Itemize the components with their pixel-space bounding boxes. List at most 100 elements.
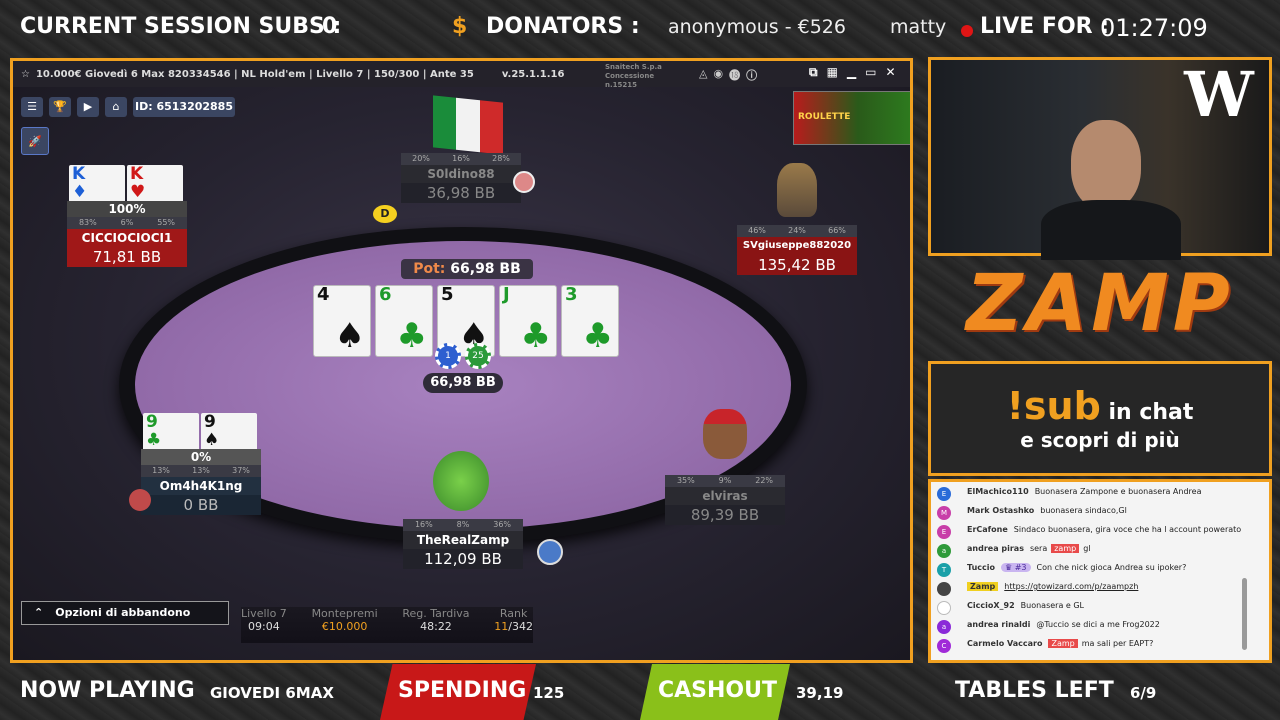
trophy-icon[interactable]: 🏆 <box>49 97 71 117</box>
player-seat[interactable]: 100% 83% 6% 55% CICCIOCIOCI1 71,81 BB <box>67 201 187 267</box>
player-stats: 20% 16% 28% <box>401 153 521 165</box>
player-seat[interactable]: 46% 24% 66% SVgiuseppe882020 135,42 BB <box>737 225 857 275</box>
window-controls: ⧉ ▦ ▁ ▭ ✕ <box>809 65 896 80</box>
donators-label: DONATORS : <box>486 14 640 39</box>
chat-username[interactable]: andrea piras <box>967 544 1024 553</box>
spending-value: 125 <box>533 684 565 702</box>
dealer-button: D <box>373 205 397 223</box>
chat-username[interactable]: ErCafone <box>967 525 1008 534</box>
client-version: v.25.1.1.16 <box>501 68 565 80</box>
maximize-icon[interactable]: ▭ <box>865 65 876 80</box>
chat-link[interactable]: https://gtowizard.com/p/zaampzh <box>1004 582 1138 591</box>
chat-username[interactable]: andrea rinaldi <box>967 620 1030 629</box>
info-icon[interactable]: ⓘ <box>746 67 757 83</box>
chat-messages: E ElMachico110 Buonasera Zampone e buonase… <box>931 482 1269 658</box>
poker-client-window: ☆ 10.000€ Giovedì 6 Max 820334546 | NL H… <box>10 58 913 663</box>
sub-command: !sub <box>1006 384 1101 428</box>
chat-username[interactable]: ElMachico110 <box>967 487 1029 496</box>
chat-message: C Carmelo Vaccaro Zamp ma sali per EAPT? <box>937 639 1269 655</box>
player-name: TheRealZamp <box>403 531 523 549</box>
chat-message: M Mark Ostashko buonasera sindaco,Gl <box>937 506 1269 522</box>
player-seat[interactable]: 16% 8% 36% TheRealZamp 112,09 BB <box>403 519 523 569</box>
equity-display: 100% <box>67 201 187 217</box>
card-suit-icon: ♠ <box>204 430 220 450</box>
card-rank: 5 <box>441 284 454 305</box>
player-stats: 13% 13% 37% <box>141 465 261 477</box>
chat-username[interactable]: Carmelo Vaccaro <box>967 639 1042 648</box>
live-timer: 01:27:09 <box>1100 14 1208 42</box>
menu-icon[interactable]: ☰ <box>21 97 43 117</box>
streamer-body <box>1041 200 1181 260</box>
compliance-icons: ◬ ◉ ⓲ ⓘ <box>699 67 757 83</box>
italy-flag-icon <box>433 95 503 155</box>
equity-display: 0% <box>141 449 261 465</box>
avatar <box>433 451 489 511</box>
chevron-up-icon: ⌃ <box>34 606 44 619</box>
board-card: 4 ♠ <box>313 285 371 357</box>
stat-value: 20% <box>412 154 430 163</box>
subs-value: 0 <box>322 14 338 39</box>
star-icon[interactable]: ☆ <box>21 69 30 80</box>
chat-message: Zamp https://gtowizard.com/p/zaampzh <box>937 582 1269 598</box>
player-name: CICCIOCIOCI1 <box>67 229 187 247</box>
community-cards: 4 ♠ 6 ♣ 5 ♠ J ♣ 3 ♣ <box>313 285 619 357</box>
seal-icon: ◉ <box>713 67 724 80</box>
minimize-icon[interactable]: ▁ <box>847 65 856 80</box>
stat-value: 35% <box>676 476 695 485</box>
chat-username[interactable]: Tuccio <box>967 563 995 572</box>
chip-icon: 25 <box>465 343 491 369</box>
client-title: 10.000€ Giovedì 6 Max 820334546 | NL Hol… <box>35 68 474 80</box>
player-seat[interactable]: 0% 13% 13% 37% Om4h4K1ng 0 BB <box>141 449 261 515</box>
rank-info: Rank 11/342 <box>494 607 533 643</box>
tile-icon[interactable]: ⧉ <box>809 65 818 80</box>
aams-icon: ◬ <box>699 67 708 80</box>
chat-avatar: E <box>937 525 951 539</box>
chat-message: CiccioX_92 Buonasera e GL <box>937 601 1269 617</box>
chat-text: Con che nick gioca Andrea su ipoker? <box>1036 563 1187 572</box>
chat-scrollbar[interactable] <box>1242 578 1247 650</box>
player-stack: 135,42 BB <box>737 255 857 275</box>
chat-username[interactable]: CiccioX_92 <box>967 601 1015 610</box>
card-rank: 3 <box>565 284 578 305</box>
board-card: 6 ♣ <box>375 285 433 357</box>
close-icon[interactable]: ✕ <box>886 65 896 80</box>
player-seat[interactable]: 35% 9% 22% elviras 89,39 BB <box>665 475 785 525</box>
stat-value: 22% <box>755 476 774 485</box>
chat-text: @Tuccio se dici a me Frog2022 <box>1036 620 1160 629</box>
chat-username[interactable]: Mark Ostashko <box>967 506 1034 515</box>
avatar <box>513 171 535 193</box>
rocket-icon[interactable]: 🚀 <box>21 127 49 155</box>
chat-avatar: C <box>937 639 951 653</box>
tournament-info: Livello 7 09:04 Montepremi €10.000 Reg. Ta… <box>241 607 533 643</box>
card-rank: 9 <box>204 412 216 432</box>
chat-username[interactable]: Zamp <box>967 582 999 591</box>
leave-options-button[interactable]: ⌃ Opzioni di abbandono <box>21 601 229 625</box>
level-info: Livello 7 09:04 <box>241 607 287 643</box>
now-playing-label: NOW PLAYING <box>20 678 195 703</box>
chat-mention: zamp <box>1051 544 1080 553</box>
chat-text: Sindaco buonasera, gira voce che ha l ac… <box>1013 525 1242 534</box>
stat-value: 6% <box>120 218 134 227</box>
chat-text: sera <box>1029 544 1048 553</box>
chat-avatar: M <box>937 506 951 520</box>
pot-display: Pot: 66,98 BB <box>401 259 533 279</box>
card-suit-icon: ♠ <box>334 316 365 356</box>
chat-text: ma sali per EAPT? <box>1081 639 1154 648</box>
lobby-icon[interactable]: ⌂ <box>105 97 127 117</box>
stream-bottom-bar: NOW PLAYING GIOVEDI 6MAX SPENDING 125 CA… <box>0 664 1280 720</box>
tables-left-label: TABLES LEFT <box>955 678 1114 703</box>
promo-banner[interactable]: ROULETTE <box>793 91 910 145</box>
center-pot-amount: 66,98 BB <box>423 373 503 393</box>
stat-value: 16% <box>414 520 433 529</box>
player-seat[interactable]: 20% 16% 28% S0ldino88 36,98 BB <box>401 153 521 203</box>
chat-avatar <box>937 601 951 615</box>
late-reg-info: Reg. Tardiva 48:22 <box>402 607 469 643</box>
sub-promo-line2: e scopri di più <box>1020 428 1180 452</box>
chat-badge-text: #3 <box>1014 563 1027 572</box>
play-icon[interactable]: ▶ <box>77 97 99 117</box>
card-rank: 6 <box>379 284 392 305</box>
grid-icon[interactable]: ▦ <box>827 65 838 80</box>
stat-value: 37% <box>232 466 250 475</box>
chat-avatar: E <box>937 487 951 501</box>
table-id: ID: 6513202885 <box>133 97 235 117</box>
